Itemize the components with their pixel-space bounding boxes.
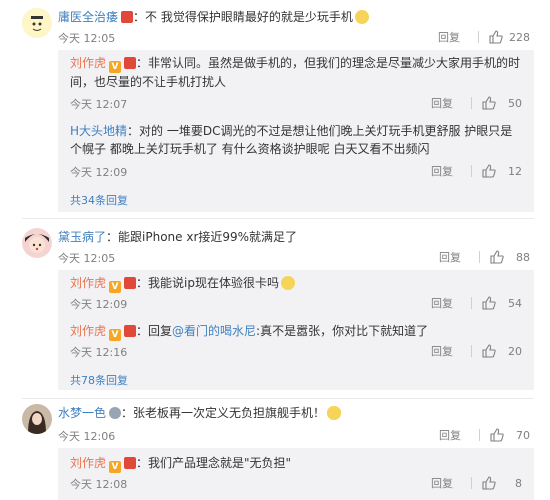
divider: [22, 398, 534, 399]
comment-actions: 回复 228: [438, 28, 530, 46]
divider: [471, 345, 472, 357]
divider: [471, 165, 472, 177]
username[interactable]: 黛玉病了: [58, 230, 106, 244]
thumbs-up-icon[interactable]: [490, 250, 504, 264]
v-badge-icon: V: [109, 61, 122, 73]
comment-actions: 回复 70: [439, 426, 530, 444]
username[interactable]: 庸医全治痿: [58, 10, 118, 24]
like-count: 20: [508, 344, 522, 358]
reply-actions: 回复 50: [431, 94, 522, 112]
crown-badge-icon: [124, 277, 137, 289]
reply-actions: 回复 20: [431, 342, 522, 360]
comment-text: 黛玉病了：能跟iPhone xr接近99%就满足了: [58, 230, 298, 244]
username[interactable]: 水梦一色: [58, 406, 106, 420]
reply-text: 刘作虎 V ：我们产品理念就是"无负担": [70, 456, 292, 473]
reply-actions: 回复 12: [431, 162, 522, 180]
like-count: 88: [516, 250, 530, 264]
verified-badge-icon: [109, 407, 122, 419]
thumbs-up-icon[interactable]: [482, 296, 496, 310]
divider: [22, 218, 534, 219]
username[interactable]: 刘作虎: [70, 56, 106, 70]
divider: [471, 297, 472, 309]
avatar[interactable]: [22, 404, 52, 434]
reply-text: H大头地精：对的 一堆要DC调光的不过是想让他们晚上关灯玩手机更舒服 护眼只是个…: [70, 124, 513, 156]
v-badge-icon: V: [109, 281, 122, 293]
timestamp: 今天 12:16: [70, 346, 128, 359]
smile-emoji-icon: [354, 10, 369, 24]
reply-button[interactable]: 回复: [431, 475, 453, 491]
v-badge-icon: V: [109, 461, 122, 473]
comment-actions: 回复 88: [439, 248, 530, 266]
avatar[interactable]: [22, 228, 52, 258]
reply-actions: 回复 8: [431, 474, 522, 492]
timestamp: 今天 12:05: [58, 32, 116, 45]
crown-badge-icon: [124, 57, 137, 69]
reply-button[interactable]: 回复: [439, 427, 461, 443]
comment-text: 水梦一色 ：张老板再一次定义无负担旗舰手机！: [58, 404, 530, 422]
like-count: 12: [508, 164, 522, 178]
divider: [478, 31, 479, 43]
reply-box: 刘作虎 V ：我们产品理念就是"无负担" 今天 12:08 回复 8: [58, 448, 534, 500]
sunglasses-emoji-icon: [327, 406, 342, 420]
reply-button[interactable]: 回复: [431, 95, 453, 111]
reply-button[interactable]: 回复: [439, 249, 461, 265]
divider: [471, 97, 472, 109]
like-count: 228: [509, 30, 530, 44]
reply-button[interactable]: 回复: [431, 295, 453, 311]
timestamp: 今天 12:05: [58, 252, 116, 265]
like-count: 8: [515, 476, 522, 490]
v-badge-icon: V: [109, 329, 122, 341]
reply-button[interactable]: 回复: [438, 29, 460, 45]
like-count: 54: [508, 296, 522, 310]
thumbs-up-icon[interactable]: [482, 164, 496, 178]
thumbs-up-icon[interactable]: [489, 30, 503, 44]
reply-text: 刘作虎 V ：我能说ip现在体验很卡吗: [70, 274, 522, 293]
divider: [479, 429, 480, 441]
timestamp: 今天 12:06: [58, 430, 116, 443]
reply-button[interactable]: 回复: [431, 163, 453, 179]
like-count: 50: [508, 96, 522, 110]
username[interactable]: 刘作虎: [70, 456, 106, 470]
avatar[interactable]: [22, 8, 52, 38]
divider: [479, 251, 480, 263]
crown-badge-icon: [121, 11, 134, 23]
timestamp: 今天 12:09: [70, 166, 128, 179]
more-replies-link[interactable]: 共34条回复: [70, 192, 128, 208]
thumbs-up-icon[interactable]: [482, 476, 496, 490]
reply-button[interactable]: 回复: [431, 343, 453, 359]
mention-link[interactable]: @看门的喝水尼: [172, 324, 256, 338]
thumbs-up-icon[interactable]: [482, 344, 496, 358]
reply-actions: 回复 54: [431, 294, 522, 312]
reply-text: 刘作虎 V ：回复@看门的喝水尼:真不是嚣张，你对比下就知道了: [70, 324, 429, 341]
timestamp: 今天 12:09: [70, 298, 128, 311]
comment-text: 庸医全治痿 ：不 我觉得保护眼睛最好的就是少玩手机: [58, 8, 530, 26]
timestamp: 今天 12:08: [70, 478, 128, 491]
reply-box: 刘作虎 V ：非常认同。虽然是做手机的，但我们的理念是尽量减少大家用手机的时间，也尽…: [58, 50, 534, 212]
reply-text: 刘作虎 V ：非常认同。虽然是做手机的，但我们的理念是尽量减少大家用手机的时间，也尽…: [70, 56, 521, 89]
like-count: 70: [516, 428, 530, 442]
thumbs-up-icon[interactable]: [490, 428, 504, 442]
reply-box: 刘作虎 V ：我能说ip现在体验很卡吗 今天 12:09 回复 54 刘作虎 V ：回复…: [58, 270, 534, 390]
more-replies-link[interactable]: 共78条回复: [70, 372, 128, 388]
username[interactable]: H大头地精: [70, 124, 127, 138]
divider: [471, 477, 472, 489]
timestamp: 今天 12:07: [70, 98, 128, 111]
crown-badge-icon: [124, 457, 137, 469]
laughing-emoji-icon: [280, 276, 295, 290]
username[interactable]: 刘作虎: [70, 276, 106, 290]
username[interactable]: 刘作虎: [70, 324, 106, 338]
crown-badge-icon: [124, 325, 137, 337]
thumbs-up-icon[interactable]: [482, 96, 496, 110]
